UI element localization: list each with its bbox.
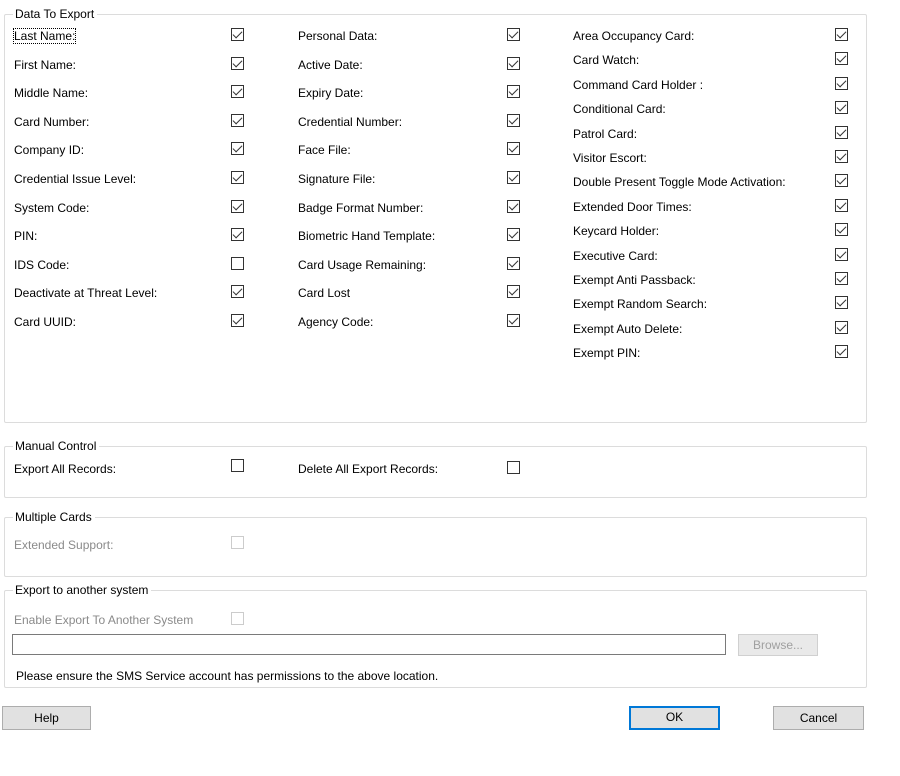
export-field-checkbox[interactable] [835, 101, 848, 115]
export-field-label: Exempt PIN: [573, 346, 641, 361]
export-field-checkbox[interactable] [231, 56, 244, 70]
manual-control-title: Manual Control [13, 439, 100, 453]
export-field-label: Card UUID: [14, 315, 77, 329]
enable-export-checkbox[interactable] [231, 612, 244, 625]
export-field-checkbox[interactable] [507, 228, 520, 242]
data-to-export-group: Data To Export [4, 7, 867, 423]
export-field-checkbox[interactable] [835, 272, 848, 285]
export-field-label: Command Card Holder : [573, 77, 704, 92]
export-field-checkbox[interactable] [507, 85, 520, 99]
export-field-label: Last Name: [12, 28, 77, 44]
export-field-checkbox[interactable] [231, 285, 244, 299]
export-field-checkbox[interactable] [507, 142, 520, 156]
export-field-label: Extended Door Times: [573, 199, 692, 214]
export-field-label: IDS Code: [14, 257, 70, 272]
export-field-label: Exempt Auto Delete: [573, 321, 683, 336]
export-field-checkbox[interactable] [835, 247, 848, 261]
export-field-label: Exempt Random Search: [573, 297, 708, 312]
export-field-checkbox[interactable] [507, 113, 520, 127]
export-field-label: Active Date: [298, 57, 363, 72]
export-field-label: Area Occupancy Card: [573, 29, 695, 43]
export-field-label: Agency Code: [298, 315, 374, 329]
export-field-checkbox[interactable] [835, 52, 848, 66]
export-field-label: Biometric Hand Template: [298, 229, 436, 244]
export-field-checkbox[interactable] [507, 56, 520, 70]
permissions-note: Please ensure the SMS Service account ha… [16, 669, 439, 683]
export-field-checkbox[interactable] [835, 28, 848, 41]
export-another-system-title: Export to another system [13, 583, 152, 597]
export-field-checkbox[interactable] [507, 285, 520, 299]
export-field-checkbox[interactable] [231, 256, 244, 270]
export-field-label: Card Lost [298, 286, 351, 301]
multiple-cards-title: Multiple Cards [13, 510, 95, 524]
export-field-label: Company ID: [14, 143, 85, 158]
export-all-records-checkbox[interactable] [231, 459, 244, 472]
export-field-label: Badge Format Number: [298, 200, 424, 215]
export-field-checkbox[interactable] [231, 228, 244, 242]
export-field-checkbox[interactable] [507, 28, 520, 41]
export-field-checkbox[interactable] [835, 296, 848, 310]
ok-button[interactable]: OK [629, 706, 720, 730]
export-field-checkbox[interactable] [231, 142, 244, 156]
export-field-checkbox[interactable] [231, 171, 244, 184]
export-field-checkbox[interactable] [231, 28, 244, 41]
browse-button[interactable]: Browse... [738, 634, 818, 656]
export-field-checkbox[interactable] [835, 198, 848, 212]
export-field-label: Card Number: [14, 114, 90, 129]
export-field-checkbox[interactable] [835, 150, 848, 163]
export-field-checkbox[interactable] [835, 345, 848, 359]
export-field-checkbox[interactable] [231, 314, 244, 327]
export-field-label: Double Present Toggle Mode Activation: [573, 175, 786, 190]
export-field-checkbox[interactable] [231, 199, 244, 213]
export-field-label: Keycard Holder: [573, 224, 660, 239]
export-field-label: Visitor Escort: [573, 151, 647, 165]
export-field-label: Exempt Anti Passback: [573, 273, 696, 287]
export-field-label: Deactivate at Threat Level: [14, 286, 158, 301]
export-field-checkbox[interactable] [507, 314, 520, 327]
export-field-label: First Name: [14, 57, 77, 72]
export-field-label: Middle Name: [14, 86, 89, 101]
export-field-label: Card Usage Remaining: [298, 257, 427, 272]
enable-export-label: Enable Export To Another System [14, 613, 194, 627]
export-field-checkbox[interactable] [835, 223, 848, 237]
export-field-label: Conditional Card: [573, 102, 666, 117]
multiple-cards-group: Multiple Cards [4, 510, 867, 577]
export-field-checkbox[interactable] [835, 320, 848, 334]
export-field-checkbox[interactable] [835, 174, 848, 188]
export-field-checkbox[interactable] [231, 113, 244, 127]
delete-all-export-records-label: Delete All Export Records: [298, 462, 439, 476]
help-button[interactable]: Help [2, 706, 91, 730]
export-field-checkbox[interactable] [835, 125, 848, 139]
export-field-label: Signature File: [298, 172, 376, 186]
export-field-label: Face File: [298, 143, 351, 158]
export-field-label: System Code: [14, 200, 90, 215]
export-field-checkbox[interactable] [507, 199, 520, 213]
data-to-export-title: Data To Export [13, 7, 98, 21]
export-field-label: PIN: [14, 229, 38, 244]
export-field-label: Patrol Card: [573, 126, 638, 141]
export-field-checkbox[interactable] [507, 171, 520, 184]
export-path-input[interactable] [12, 634, 726, 655]
export-field-label: Expiry Date: [298, 86, 364, 101]
export-field-label: Personal Data: [298, 29, 378, 43]
export-field-checkbox[interactable] [835, 76, 848, 90]
export-field-label: Credential Number: [298, 114, 403, 129]
export-field-checkbox[interactable] [507, 256, 520, 270]
export-field-label: Card Watch: [573, 53, 640, 68]
export-field-label: Executive Card: [573, 248, 658, 263]
export-all-records-label: Export All Records: [14, 462, 117, 476]
cancel-button[interactable]: Cancel [773, 706, 864, 730]
export-field-label: Credential Issue Level: [14, 172, 137, 186]
extended-support-checkbox[interactable] [231, 536, 244, 549]
export-field-checkbox[interactable] [231, 85, 244, 99]
extended-support-label: Extended Support: [14, 538, 114, 552]
delete-all-export-records-checkbox[interactable] [507, 461, 520, 474]
